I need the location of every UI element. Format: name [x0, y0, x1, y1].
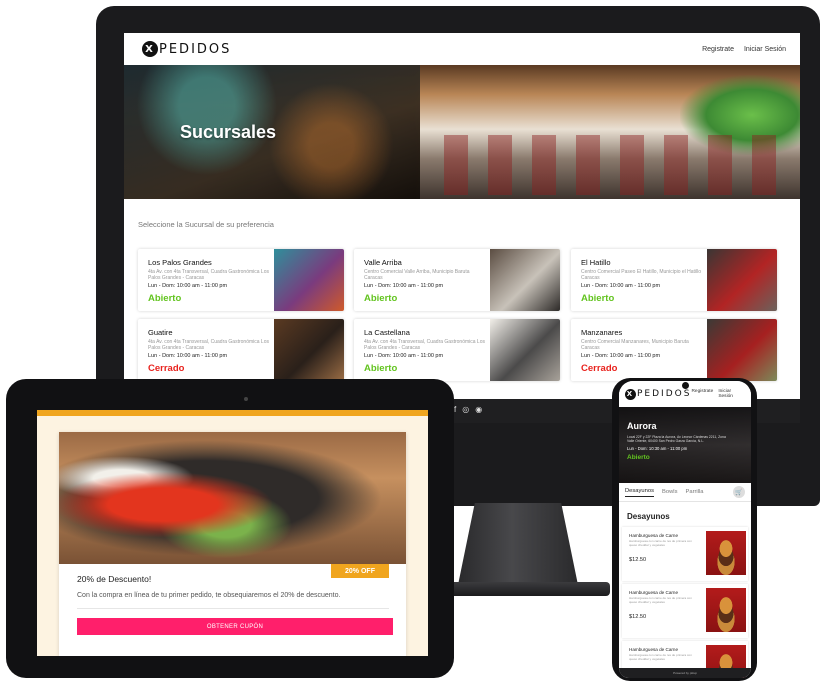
desktop-logo[interactable]: X PEDIDOS [142, 41, 231, 57]
branch-photo [274, 249, 344, 311]
branch-name: Valle Arriba [364, 258, 402, 267]
brand-mark-icon: X [625, 388, 636, 400]
hero-title: Sucursales [180, 122, 277, 142]
register-link[interactable]: Registrate [702, 46, 734, 53]
menu-item-desc: Hamburguesa con carne de res de primera … [629, 596, 692, 604]
social-links: f ◎ ◉ [454, 405, 482, 414]
tablet-camera [244, 397, 248, 401]
branch-name: La Castellana [364, 328, 410, 337]
branch-status: Cerrado [148, 363, 185, 374]
tab-parrilla[interactable]: Parrilla [685, 489, 703, 495]
coupon-divider [77, 608, 389, 609]
burger-photo [706, 531, 746, 575]
branch-photo [707, 319, 777, 381]
web-icon[interactable]: ◉ [475, 405, 482, 414]
branch-name: Los Palos Grandes [148, 258, 212, 267]
branch-card[interactable]: Valle Arriba Centro Comercial Valle Arrib… [354, 249, 560, 311]
branch-card[interactable]: Los Palos Grandes 4ta Av. con 4ta Transve… [138, 249, 344, 311]
instagram-icon[interactable]: ◎ [462, 405, 469, 414]
phone-screen: X PEDIDOS Registrate Iniciar Sesión Auro… [619, 381, 751, 678]
menu-item[interactable]: Hamburguesa de Carne Hamburguesa con car… [622, 527, 748, 581]
menu-item-name: Hamburguesa de Carne [629, 590, 679, 595]
menu-tabs: Desayunos Bowls Parrilla 🛒 [619, 483, 751, 502]
monitor-stand-neck [458, 503, 578, 585]
branch-status: Abierto [364, 363, 398, 374]
cart-icon[interactable]: 🛒 [733, 486, 745, 498]
branch-card[interactable]: El Hatillo Centro Comercial Paseo El Hati… [571, 249, 777, 311]
burger-photo [706, 588, 746, 632]
register-link[interactable]: Registrate [691, 389, 713, 399]
branch-address: Centro Comercial Paseo El Hatillo, Munic… [581, 269, 702, 281]
monitor-stand-base [430, 582, 610, 596]
coupon-text: Con la compra en línea de tu primer pedi… [77, 592, 341, 599]
branch-card[interactable]: La Castellana 4ta Av. con 4ta Transversal… [354, 319, 560, 381]
branch-address: Local 22F y 22F Plaza la Aurora, Av Leon… [627, 435, 726, 444]
branch-photo [490, 249, 560, 311]
branch-status: Abierto [627, 454, 650, 461]
get-coupon-button[interactable]: OBTENER CUPÓN [77, 618, 393, 635]
brand-name: PEDIDOS [637, 389, 692, 399]
brand-name: PEDIDOS [159, 41, 232, 57]
coupon-title: 20% de Descuento! [77, 574, 152, 584]
branch-card[interactable]: Guatire 4ta Av. con 4ta Transversal, Cuad… [138, 319, 344, 381]
phone-nav-links: Registrate Iniciar Sesión [691, 389, 745, 399]
branch-photo [490, 319, 560, 381]
facebook-icon[interactable]: f [454, 405, 456, 414]
branch-hours: Lun - Dom: 10:00 am - 11:00 pm [581, 283, 661, 289]
desktop-navbar: X PEDIDOS Registrate Iniciar Sesión [124, 33, 800, 65]
coupon-food-photo [59, 432, 406, 564]
discount-badge: 20% OFF [331, 564, 389, 578]
branch-address: Centro Comercial Valle Arriba, Municipio… [364, 269, 470, 281]
menu-item[interactable]: Hamburguesa de Carne Hamburguesa con car… [622, 584, 748, 638]
branch-hours: Lun - Dom: 10:00 am - 11:00 pm [148, 283, 228, 289]
login-link[interactable]: Iniciar Sesión [744, 46, 786, 53]
branch-status: Abierto [364, 293, 398, 304]
branch-photo [274, 319, 344, 381]
menu-item-desc: Hamburguesa con carne de res de primera … [629, 653, 692, 661]
hero-banner: Sucursales [124, 65, 800, 199]
login-link[interactable]: Iniciar Sesión [718, 389, 745, 399]
branch-card[interactable]: Manzanares Centro Comercial Manzanares, M… [571, 319, 777, 381]
tab-bowls[interactable]: Bowls [662, 489, 677, 495]
desktop-nav-links: Registrate Iniciar Sesión [702, 46, 786, 53]
menu-item-price: $12.50 [629, 614, 647, 620]
coupon-card: 20% OFF 20% de Descuento! Con la compra … [59, 432, 406, 656]
phone-branch-hero: Aurora Local 22F y 22F Plaza la Aurora, … [619, 407, 751, 483]
phone-logo[interactable]: X PEDIDOS [625, 388, 692, 400]
hero-tables-photo [444, 135, 784, 195]
tablet-top-bar [37, 410, 428, 416]
branch-photo [707, 249, 777, 311]
phone-camera-notch [682, 382, 689, 389]
branch-status: Abierto [148, 293, 182, 304]
branch-hours: Lun - Dom: 10:00 am - 11:00 pm [581, 353, 661, 359]
branch-hours: Lun - Dom: 10:00 am - 11:00 pm [148, 353, 228, 359]
branch-status: Abierto [581, 293, 615, 304]
branch-hours: Lun - Dom: 10:30 am - 11:00 pm [627, 446, 688, 451]
desktop-screen: X PEDIDOS Registrate Iniciar Sesión Sucu… [124, 33, 800, 423]
menu-item-desc: Hamburguesa con carne de res de primera … [629, 539, 692, 547]
branch-address: 4ta Av. con 4ta Transversal, Cuadra Gast… [364, 339, 485, 351]
branch-title: Aurora [627, 421, 657, 431]
branch-address: 4ta Av. con 4ta Transversal, Cuadra Gast… [148, 339, 269, 351]
branches-subtitle: Seleccione la Sucursal de su preferencia [138, 220, 274, 229]
branch-hours: Lun - Dom: 10:00 am - 11:00 pm [364, 353, 444, 359]
branch-address: 4ta Av. con 4ta Transversal, Cuadra Gast… [148, 269, 269, 281]
menu-item-name: Hamburguesa de Carne [629, 533, 679, 538]
phone-footer: Powered by pikup [619, 668, 751, 678]
menu-section-title: Desayunos [627, 512, 670, 521]
branch-hours: Lun - Dom: 10:00 am - 11:00 pm [364, 283, 444, 289]
tablet-screen: 20% OFF 20% de Descuento! Con la compra … [37, 410, 428, 656]
menu-item-name: Hamburguesa de Carne [629, 647, 679, 652]
menu-item-price: $12.50 [629, 557, 647, 563]
branch-name: Manzanares [581, 328, 623, 337]
tab-desayunos[interactable]: Desayunos [625, 488, 655, 497]
branch-name: Guatire [148, 328, 173, 337]
branch-address: Centro Comercial Manzanares, Municipio B… [581, 339, 689, 351]
brand-mark-icon: X [142, 41, 158, 57]
branch-name: El Hatillo [581, 258, 611, 267]
branch-status: Cerrado [581, 363, 618, 374]
